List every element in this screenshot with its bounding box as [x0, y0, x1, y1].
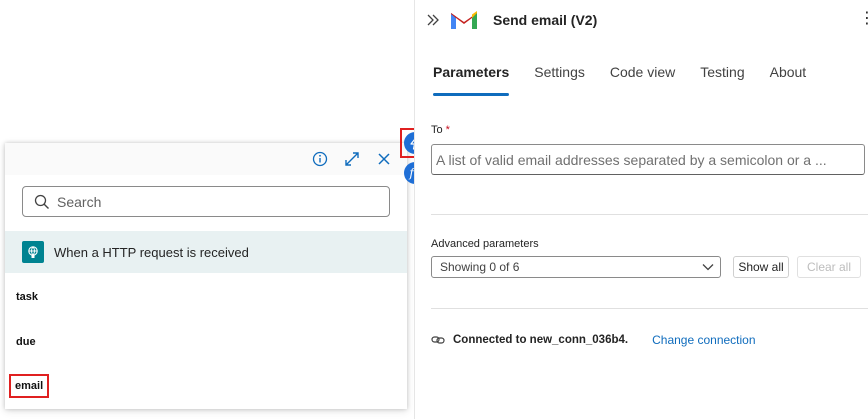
- required-mark: *: [445, 124, 450, 136]
- tab-about[interactable]: About: [770, 64, 807, 94]
- change-connection-link[interactable]: Change connection: [652, 333, 755, 347]
- show-all-button[interactable]: Show all: [733, 256, 789, 278]
- advanced-parameters-value: Showing 0 of 6: [440, 260, 520, 274]
- action-details-panel: Send email (V2) ⋮ Parameters Settings Co…: [414, 0, 868, 419]
- trigger-label: When a HTTP request is received: [54, 244, 249, 260]
- to-label-text: To: [431, 124, 443, 136]
- advanced-parameters-dropdown[interactable]: Showing 0 of 6: [431, 256, 721, 278]
- gmail-icon: [449, 9, 479, 31]
- search-input[interactable]: [57, 193, 377, 210]
- search-icon: [33, 193, 51, 211]
- connection-text: Connected to new_conn_036b4.: [453, 334, 629, 346]
- to-input[interactable]: [432, 151, 864, 168]
- panel-title: Send email (V2): [493, 12, 598, 28]
- more-options-icon[interactable]: ⋮: [859, 11, 868, 28]
- expand-icon[interactable]: [343, 150, 361, 168]
- token-email[interactable]: email: [8, 374, 50, 398]
- tab-code-view[interactable]: Code view: [610, 64, 675, 94]
- clear-all-button[interactable]: Clear all: [797, 256, 861, 278]
- divider: [431, 214, 868, 215]
- connection-link-icon: [431, 334, 445, 346]
- tab-settings[interactable]: Settings: [534, 64, 585, 94]
- token-task[interactable]: task: [16, 291, 38, 303]
- http-trigger-icon: [22, 241, 44, 263]
- tab-testing[interactable]: Testing: [700, 64, 744, 94]
- tab-parameters[interactable]: Parameters: [433, 64, 510, 96]
- trigger-section-header[interactable]: When a HTTP request is received: [5, 231, 407, 273]
- token-due[interactable]: due: [16, 336, 36, 348]
- collapse-panel-icon[interactable]: [425, 12, 441, 28]
- panel-tabs: Parameters Settings Code view Testing Ab…: [433, 64, 806, 98]
- close-icon[interactable]: [375, 150, 393, 168]
- dynamic-content-popup: When a HTTP request is received task due…: [5, 143, 407, 409]
- divider: [431, 308, 868, 309]
- popup-header: [5, 143, 407, 175]
- connection-row: Connected to new_conn_036b4. Change conn…: [431, 332, 756, 348]
- to-field[interactable]: [431, 144, 865, 175]
- advanced-parameters-label: Advanced parameters: [431, 238, 539, 250]
- to-field-label: To *: [431, 124, 450, 136]
- search-box[interactable]: [22, 186, 390, 217]
- chevron-down-icon: [702, 263, 714, 271]
- info-icon[interactable]: [311, 150, 329, 168]
